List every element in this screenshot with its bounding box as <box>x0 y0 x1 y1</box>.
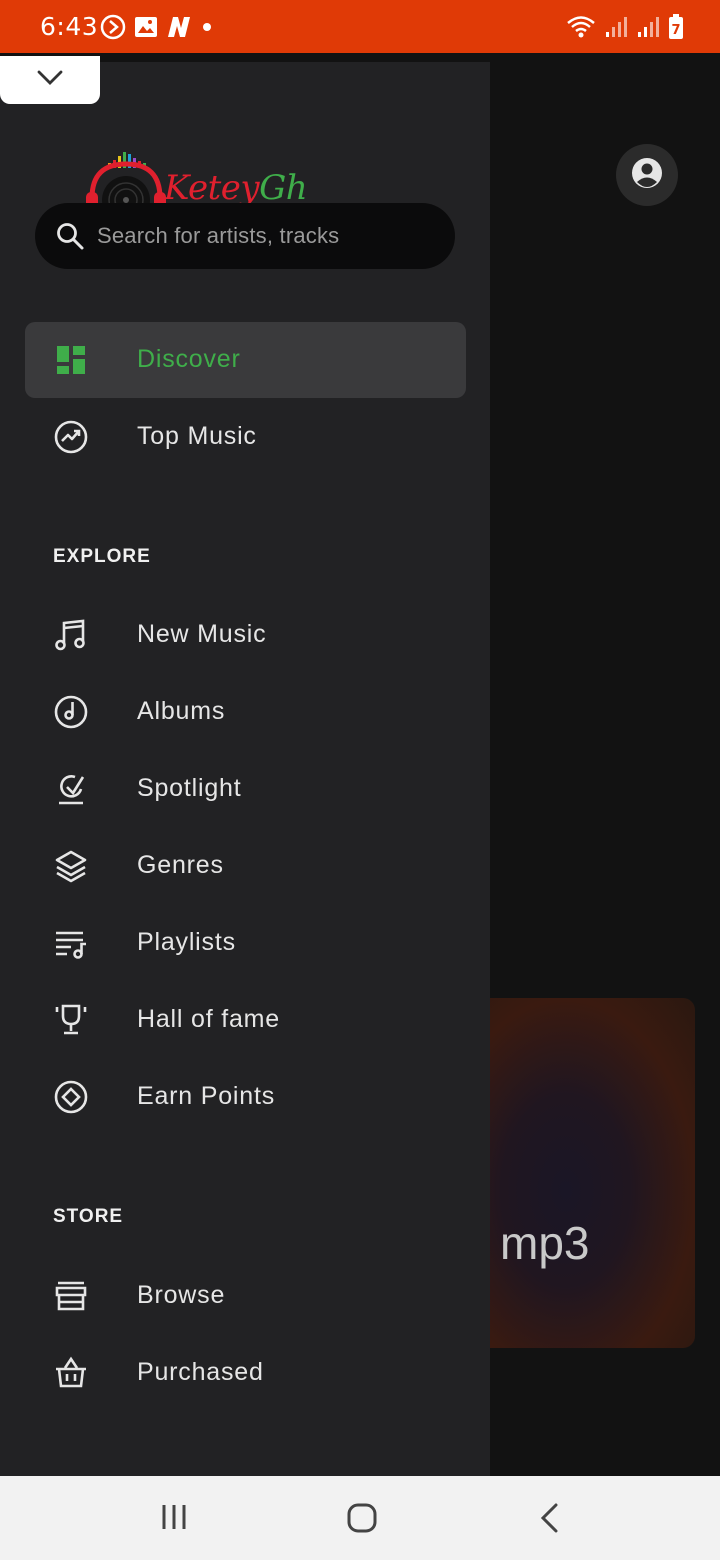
featured-card[interactable]: mp3 <box>460 998 695 1348</box>
store-icon <box>53 1278 89 1314</box>
home-icon <box>347 1503 377 1533</box>
nav-item-spotlight[interactable]: Spotlight <box>25 751 466 827</box>
nav-item-earn-points[interactable]: Earn Points <box>25 1059 466 1135</box>
nav-item-playlists[interactable]: Playlists <box>25 905 466 981</box>
nav-item-label: Spotlight <box>137 774 242 802</box>
brand-name-part2: Gh <box>259 168 308 208</box>
nav-item-genres[interactable]: Genres <box>25 828 466 904</box>
signal-icon <box>604 15 628 39</box>
nav-item-new-music[interactable]: New Music <box>25 597 466 673</box>
layers-icon <box>53 848 89 884</box>
music-note-icon <box>53 617 89 653</box>
nav-item-label: Browse <box>137 1281 226 1309</box>
nav-item-purchased[interactable]: Purchased <box>25 1335 466 1411</box>
nav-item-label: Discover <box>137 345 241 373</box>
n-app-icon <box>166 16 192 38</box>
search-input[interactable]: Search for artists, tracks <box>35 203 455 269</box>
section-title-explore: EXPLORE <box>53 546 151 567</box>
chevron-down-icon <box>37 70 63 85</box>
signal-icon <box>636 15 660 39</box>
dashboard-icon <box>53 342 89 378</box>
trending-icon <box>53 419 89 455</box>
nav-item-label: Playlists <box>137 928 236 956</box>
system-navigation-bar <box>0 1476 720 1560</box>
card-text: mp3 <box>500 1217 590 1269</box>
wifi-icon <box>566 15 596 39</box>
home-button[interactable] <box>346 1502 378 1539</box>
brand-name: KeteyGh <box>164 168 308 208</box>
playlist-icon <box>53 925 89 961</box>
account-button[interactable] <box>616 144 678 206</box>
account-icon <box>630 156 664 195</box>
album-icon <box>53 694 89 730</box>
nav-item-label: Hall of fame <box>137 1005 280 1033</box>
nav-item-label: Genres <box>137 851 224 879</box>
status-time: 6:43 <box>40 12 99 41</box>
brand-name-part1: Ketey <box>164 168 260 208</box>
section-title-store: STORE <box>53 1206 124 1227</box>
back-icon <box>540 1503 558 1533</box>
points-icon <box>53 1079 89 1115</box>
nav-item-discover[interactable]: Discover <box>25 322 466 398</box>
nav-item-hall-of-fame[interactable]: Hall of fame <box>25 982 466 1058</box>
nav-item-browse[interactable]: Browse <box>25 1258 466 1334</box>
navigation-drawer: KeteyGh Search for artists, tracks Disco… <box>0 56 490 1476</box>
recents-icon <box>162 1505 186 1529</box>
collapse-tab[interactable] <box>0 56 100 104</box>
nav-item-top-music[interactable]: Top Music <box>25 399 466 475</box>
nav-item-label: Top Music <box>137 422 257 450</box>
nav-item-label: Purchased <box>137 1358 264 1386</box>
nav-item-label: Albums <box>137 697 226 725</box>
spotlight-icon <box>53 771 89 807</box>
basket-icon <box>53 1355 89 1391</box>
back-button[interactable] <box>538 1502 562 1539</box>
battery-icon: 7 <box>668 14 684 40</box>
recents-button[interactable] <box>160 1502 190 1537</box>
nav-item-label: Earn Points <box>137 1082 276 1110</box>
trophy-icon <box>53 1002 89 1038</box>
nav-item-albums[interactable]: Albums <box>25 674 466 750</box>
svg-text:7: 7 <box>671 23 680 38</box>
nav-item-label: New Music <box>137 620 267 648</box>
image-icon <box>134 16 158 38</box>
media-play-icon <box>100 14 126 40</box>
status-bar: 6:43 7 <box>0 0 720 53</box>
dot-icon <box>200 20 214 34</box>
search-placeholder: Search for artists, tracks <box>97 223 340 248</box>
search-icon <box>55 221 85 256</box>
